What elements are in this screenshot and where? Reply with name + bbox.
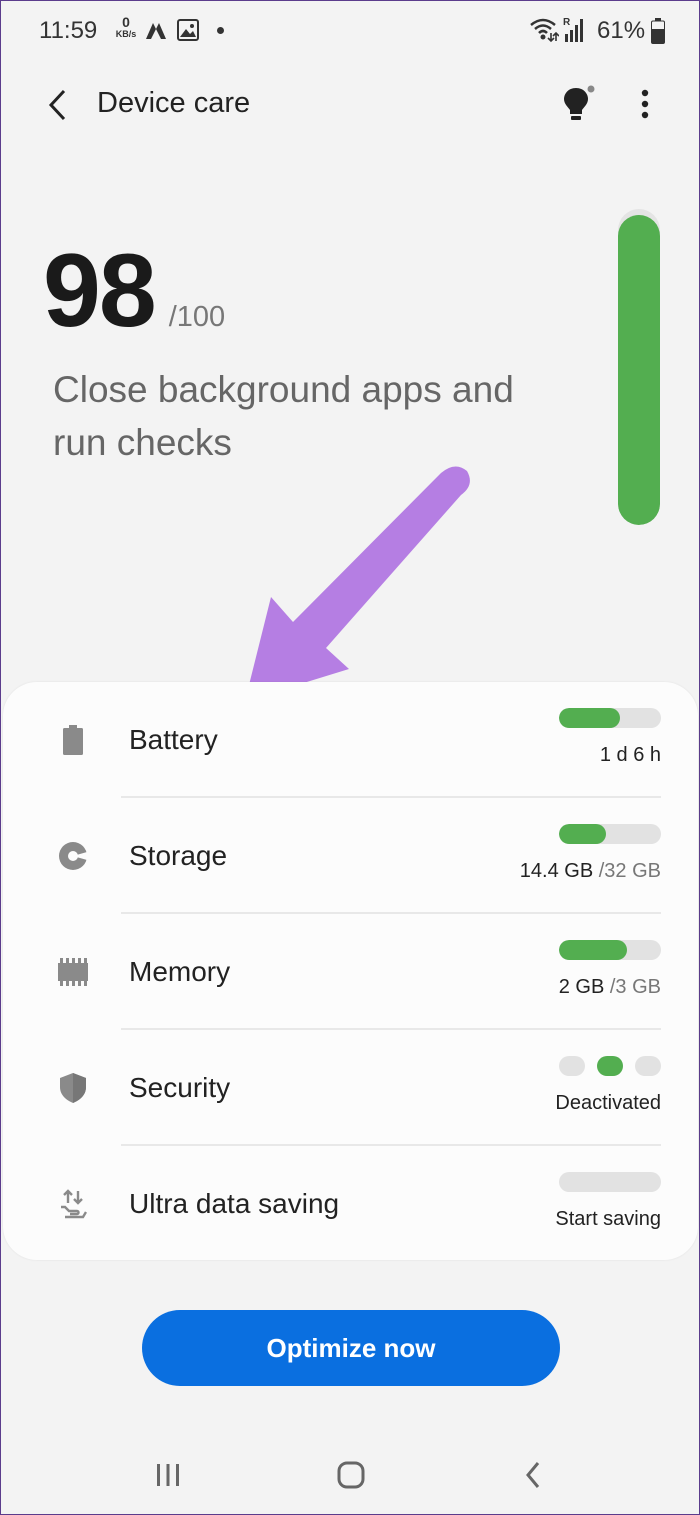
status-dot-active (597, 1056, 623, 1076)
more-options-button[interactable] (623, 79, 667, 129)
optimize-now-button[interactable]: Optimize now (142, 1310, 560, 1386)
memory-meter (559, 940, 661, 960)
signal-icon: R (563, 17, 583, 42)
wifi-icon (530, 18, 559, 43)
navigation-bar (1, 1433, 700, 1515)
battery-label: Battery (129, 724, 218, 755)
svg-text:R: R (563, 17, 571, 28)
list-item-security[interactable]: Security Deactivated (3, 1030, 698, 1146)
ultra-data-saving-value: Start saving (555, 1208, 661, 1230)
device-care-card: Battery 1 d 6 h Storage 14.4 GB /32 GB M… (3, 682, 698, 1260)
lightbulb-icon (564, 85, 595, 120)
shield-icon (60, 1073, 86, 1103)
ultra-data-saving-meter (559, 1172, 661, 1192)
battery-percent: 61% (597, 17, 646, 44)
page-title: Device care (97, 87, 251, 119)
storage-value: 14.4 GB /32 GB (519, 860, 661, 882)
battery-value: 1 d 6 h (599, 744, 661, 766)
home-icon (337, 1461, 365, 1489)
device-score: 98 /100 (43, 239, 225, 343)
memory-value: 2 GB /3 GB (558, 976, 661, 998)
net-speed-value: 0 (122, 14, 130, 30)
security-status-dots (559, 1056, 661, 1076)
score-gauge-fill (618, 215, 660, 525)
security-label: Security (129, 1072, 231, 1103)
list-item-memory[interactable]: Memory 2 GB /3 GB (3, 914, 698, 1030)
back-icon (48, 89, 66, 121)
net-speed: 0 KB/s (113, 15, 139, 39)
memory-chip-icon (58, 958, 88, 986)
ultra-data-saving-label: Ultra data saving (129, 1188, 340, 1219)
notification-dot-icon (217, 27, 224, 34)
battery-icon (63, 725, 83, 755)
tips-button[interactable] (553, 79, 603, 129)
data-saver-icon (146, 23, 166, 39)
status-dot-inactive (635, 1056, 661, 1076)
status-time: 11:59 (39, 17, 98, 44)
list-item-storage[interactable]: Storage 14.4 GB /32 GB (3, 798, 698, 914)
list-item-ultra-data-saving[interactable]: Ultra data saving Start saving (3, 1146, 698, 1262)
back-nav-button[interactable] (503, 1453, 563, 1497)
more-vert-icon (641, 89, 649, 119)
net-speed-unit: KB/s (115, 29, 137, 39)
app-bar: Device care (1, 63, 700, 149)
list-item-battery[interactable]: Battery 1 d 6 h (3, 682, 698, 798)
battery-meter (559, 708, 661, 728)
storage-meter (559, 824, 661, 844)
score-value: 98 (43, 233, 157, 349)
score-max: /100 (168, 301, 226, 333)
memory-label: Memory (129, 956, 231, 987)
status-bar: 11:59 0 KB/s R 61% (1, 1, 700, 63)
home-button[interactable] (321, 1453, 381, 1497)
score-gauge (618, 209, 660, 525)
data-saving-icon (61, 1189, 87, 1219)
back-nav-icon (526, 1462, 540, 1488)
score-description: Close background apps and run checks (53, 369, 514, 463)
gallery-icon (177, 19, 199, 41)
storage-label: Storage (129, 840, 228, 871)
back-button[interactable] (35, 83, 79, 127)
recents-icon (157, 1464, 179, 1486)
recents-button[interactable] (138, 1453, 198, 1497)
storage-pie-icon (59, 842, 87, 870)
security-value: Deactivated (555, 1092, 661, 1114)
status-dot-inactive (559, 1056, 585, 1076)
battery-icon (651, 18, 665, 44)
